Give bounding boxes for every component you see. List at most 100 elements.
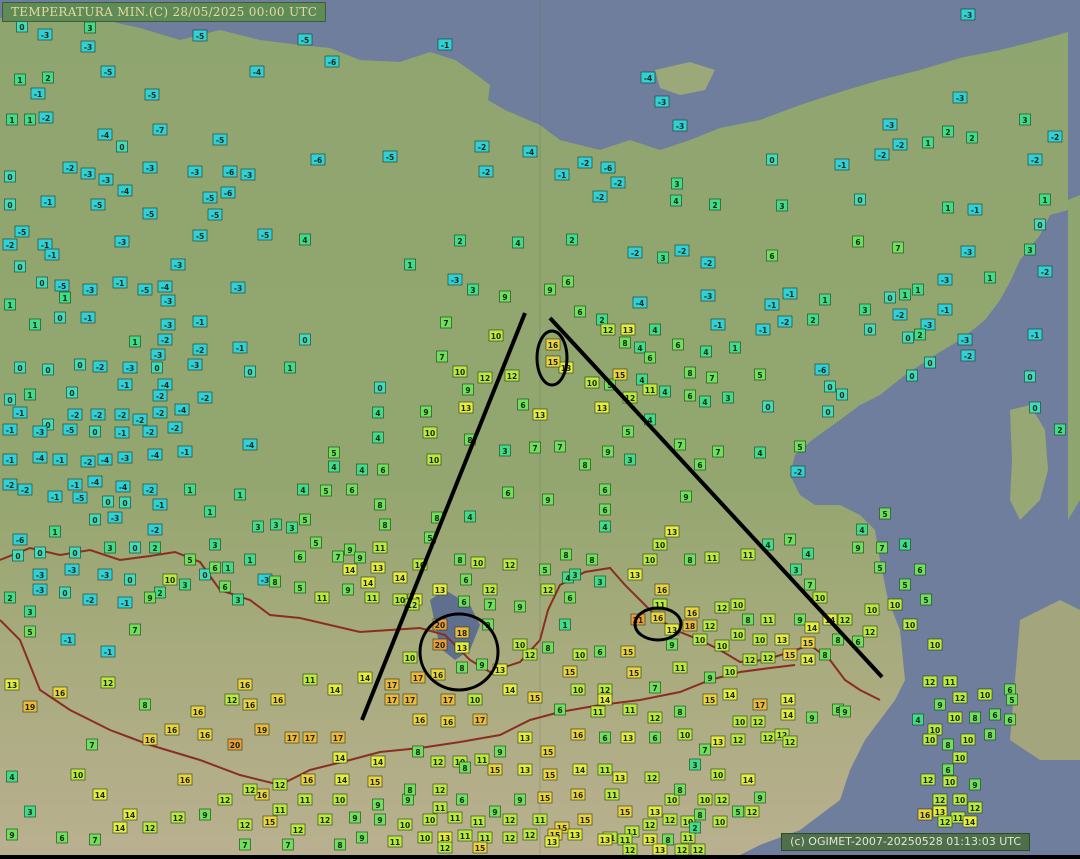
station-marker: 6: [599, 503, 611, 516]
station-marker: 0: [124, 573, 136, 586]
station-value: -6: [16, 536, 24, 545]
station-value: -2: [84, 458, 92, 467]
station-value: 4: [302, 236, 307, 245]
station-marker: 2: [709, 198, 721, 211]
station-marker: 1: [244, 553, 256, 566]
station-value: 4: [902, 541, 907, 550]
station-value: -1: [236, 344, 244, 353]
station-marker: 6: [517, 398, 529, 411]
station-marker: 11: [477, 831, 493, 844]
station-value: 9: [842, 708, 847, 717]
station-marker: 11: [457, 829, 473, 842]
station-value: 12: [625, 846, 635, 855]
station-marker: 8: [662, 833, 674, 846]
station-marker: 9: [542, 493, 554, 506]
station-marker: -1: [1027, 328, 1043, 341]
station-value: 9: [669, 641, 674, 650]
station-marker: 6: [294, 550, 306, 563]
station-value: 6: [647, 354, 652, 363]
station-marker: -4: [147, 448, 163, 461]
station-marker: 1: [404, 258, 416, 271]
station-value: 1: [915, 286, 920, 295]
station-value: 9: [492, 808, 497, 817]
station-value: 10: [667, 796, 677, 805]
station-value: -2: [196, 346, 204, 355]
station-marker: 10: [570, 683, 586, 696]
station-marker: -2: [152, 406, 168, 419]
station-marker: 5: [184, 553, 196, 566]
station-value: 4: [702, 398, 707, 407]
station-marker: 6: [1004, 683, 1016, 696]
station-marker: -1: [834, 158, 850, 171]
station-marker: -1: [52, 453, 68, 466]
station-marker: 10: [470, 556, 486, 569]
station-value: 5: [877, 564, 882, 573]
station-value: 13: [457, 644, 467, 653]
station-marker: -6: [220, 186, 236, 199]
station-marker: 10: [927, 723, 943, 736]
station-marker: 16: [142, 733, 158, 746]
station-value: 0: [887, 294, 892, 303]
station-marker: 0: [1024, 370, 1036, 383]
station-value: 10: [587, 379, 597, 388]
station-marker: 9: [349, 811, 361, 824]
station-marker: 12: [674, 843, 690, 856]
station-marker: 17: [330, 731, 346, 744]
station-marker: 10: [417, 831, 433, 844]
station-value: -4: [253, 68, 261, 77]
station-value: 4: [602, 523, 607, 532]
station-value: 20: [230, 741, 240, 750]
station-marker: 1: [899, 288, 911, 301]
station-marker: 4: [754, 446, 766, 459]
station-marker: -3: [960, 245, 976, 258]
station-value: 16: [653, 614, 663, 623]
station-value: 10: [950, 714, 960, 723]
station-value: 7: [242, 841, 247, 850]
station-marker: 0: [36, 276, 48, 289]
station-value: 0: [72, 549, 77, 558]
station-marker: -3: [230, 281, 246, 294]
station-value: 7: [89, 741, 94, 750]
station-marker: -3: [97, 568, 113, 581]
station-value: 9: [855, 544, 860, 553]
station-marker: -2: [892, 138, 908, 151]
station-marker: -1: [2, 453, 18, 466]
station-marker: 13: [620, 731, 636, 744]
station-value: 9: [809, 714, 814, 723]
station-marker: 1: [1039, 193, 1051, 206]
station-value: 16: [245, 701, 255, 710]
station-marker: -2: [92, 360, 108, 373]
station-marker: 15: [626, 666, 642, 679]
station-marker: 4: [6, 770, 18, 783]
station-value: 10: [725, 668, 735, 677]
station-marker: 2: [966, 131, 978, 144]
station-value: 8: [337, 841, 342, 850]
station-value: 4: [639, 376, 644, 385]
station-value: 14: [330, 686, 340, 695]
station-value: 13: [615, 774, 625, 783]
station-marker: 3: [104, 541, 116, 554]
station-value: 6: [212, 564, 217, 573]
station-value: -4: [636, 299, 644, 308]
station-value: 4: [652, 326, 657, 335]
station-marker: 7: [649, 681, 661, 694]
station-marker: -2: [892, 308, 908, 321]
station-value: 15: [580, 816, 590, 825]
station-marker: 7: [529, 441, 541, 454]
station-value: 16: [200, 731, 210, 740]
station-marker: 14: [370, 755, 386, 768]
station-value: 11: [953, 814, 963, 823]
station-marker: -1: [177, 445, 193, 458]
station-value: 12: [103, 679, 113, 688]
station-value: 9: [757, 794, 762, 803]
station-value: 10: [573, 686, 583, 695]
station-value: 1: [945, 204, 950, 213]
station-marker: 20: [227, 738, 243, 751]
station-marker: 10: [732, 715, 748, 728]
station-marker: -1: [152, 498, 168, 511]
station-value: 11: [675, 664, 685, 673]
station-marker: -2: [82, 593, 98, 606]
station-marker: 6: [554, 703, 566, 716]
station-value: 0: [7, 201, 12, 210]
station-marker: -5: [100, 65, 116, 78]
